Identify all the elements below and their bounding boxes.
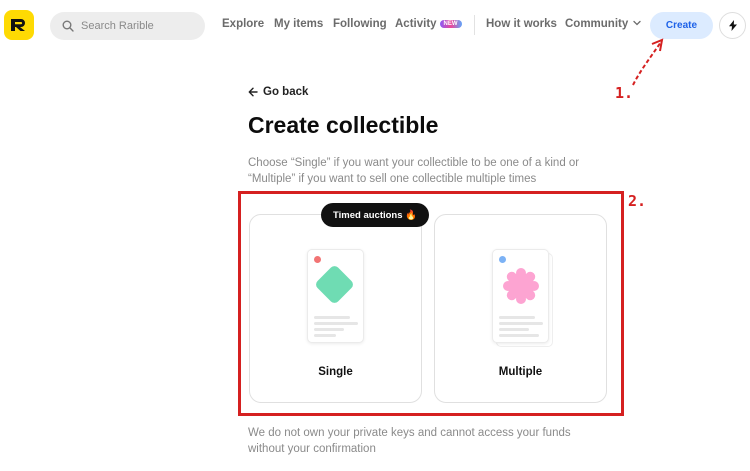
search-bar[interactable] — [50, 12, 205, 40]
nav-community[interactable]: Community — [565, 18, 642, 30]
rarible-logo-icon — [11, 19, 25, 31]
nav-activity-label: Activity — [395, 18, 437, 30]
annotation-arrow-icon — [632, 38, 664, 86]
annotation-step-1: 1. — [615, 84, 634, 102]
chevron-down-icon — [633, 20, 642, 26]
page-subtitle: Choose “Single” if you want your collect… — [248, 157, 580, 185]
nav-my-items[interactable]: My items — [274, 18, 323, 30]
rarible-logo[interactable] — [4, 10, 34, 40]
nav-divider — [474, 15, 475, 35]
arrow-left-icon — [248, 87, 258, 97]
annotation-highlight-box — [238, 191, 624, 416]
nav-explore[interactable]: Explore — [222, 18, 264, 30]
new-badge: NEW — [439, 20, 462, 28]
go-back-link[interactable]: Go back — [248, 86, 308, 98]
search-icon — [62, 20, 74, 32]
nav-activity[interactable]: Activity NEW — [395, 18, 462, 30]
timed-auctions-label: Timed auctions 🔥 — [333, 209, 417, 221]
nav-following[interactable]: Following — [333, 18, 387, 30]
lightning-icon — [728, 20, 737, 31]
lightning-button[interactable] — [719, 12, 746, 39]
disclaimer-text: We do not own your private keys and cann… — [248, 427, 571, 455]
annotation-step-2: 2. — [628, 192, 647, 210]
page-title: Create collectible — [248, 112, 439, 138]
create-button[interactable]: Create — [650, 12, 713, 39]
nav-community-label: Community — [565, 18, 629, 30]
search-input[interactable] — [81, 20, 191, 32]
go-back-label: Go back — [263, 86, 309, 98]
timed-auctions-badge: Timed auctions 🔥 — [321, 203, 429, 227]
nav-how-it-works[interactable]: How it works — [486, 18, 557, 30]
